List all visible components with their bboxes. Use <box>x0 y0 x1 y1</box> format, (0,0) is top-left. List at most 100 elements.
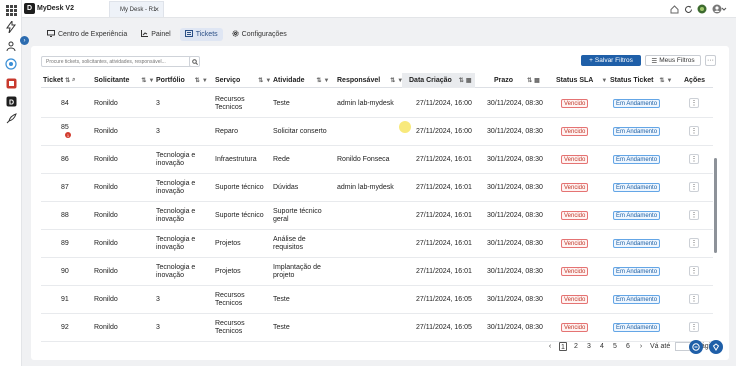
page-button-3[interactable]: 3 <box>585 342 593 351</box>
col-prazo[interactable]: Prazo ⇅ ▦ <box>494 77 540 84</box>
table-row[interactable]: 88 Ronildo Tecnologia e inovação Suporte… <box>41 202 713 230</box>
sort-icon[interactable]: ⇅ <box>390 77 395 84</box>
table-row[interactable]: 86 Ronildo Tecnologia e inovação Infraes… <box>41 146 713 174</box>
row-actions-button[interactable]: ⋮ <box>689 98 699 108</box>
ticket-id[interactable]: 86 <box>61 156 69 164</box>
sort-icon[interactable]: ⇅ <box>195 77 200 84</box>
collapse-rail-button[interactable]: › <box>20 36 29 45</box>
ticket-id[interactable]: 89 <box>61 240 69 248</box>
col-status-ticket[interactable]: Status Ticket ⇅ ▼ <box>610 77 672 84</box>
filter-icon[interactable]: ▼ <box>324 78 330 84</box>
page-button-5[interactable]: 5 <box>611 342 619 351</box>
data-criacao: 27/11/2024, 16:01 <box>416 212 472 219</box>
row-actions-button[interactable]: ⋮ <box>689 182 699 192</box>
filter-icon[interactable]: ▼ <box>148 78 154 84</box>
sort-icon[interactable]: ⇅ <box>65 77 70 84</box>
sla-badge: Vencido <box>561 183 589 192</box>
page-button-6[interactable]: 6 <box>624 342 632 351</box>
col-responsavel[interactable]: Responsável ⇅ ▼ <box>337 77 403 84</box>
page-button-4[interactable]: 4 <box>598 342 606 351</box>
filter-icon[interactable]: ▼ <box>397 78 403 84</box>
calendar-icon[interactable]: ▦ <box>466 77 472 84</box>
sort-icon[interactable]: ⇅ <box>527 77 532 84</box>
tab-configuracoes[interactable]: Configurações <box>227 28 292 41</box>
refresh-icon[interactable] <box>683 4 693 14</box>
row-actions-button[interactable]: ⋮ <box>689 210 699 220</box>
table-row[interactable]: 85 1 Ronildo 3 Reparo Solicitar conserto… <box>41 118 713 146</box>
col-label: Atividade <box>273 77 305 84</box>
next-page-button[interactable]: › <box>637 342 645 351</box>
sort-icon[interactable]: ⇅ <box>141 77 146 84</box>
team-icon[interactable] <box>4 39 18 53</box>
ticket-id[interactable]: 90 <box>61 268 69 276</box>
save-filters-button[interactable]: + Salvar Filtros <box>581 55 641 66</box>
table-row[interactable]: 84 Ronildo 3 Recursos Tecnicos Teste adm… <box>41 90 713 118</box>
calendar-icon[interactable]: ▦ <box>534 77 540 84</box>
row-actions-button[interactable]: ⋮ <box>689 126 699 136</box>
chat-button[interactable] <box>689 340 703 354</box>
user-menu-icon[interactable] <box>711 4 727 14</box>
sort-icon[interactable]: ⇅ <box>459 77 464 84</box>
apps-grid-icon[interactable] <box>4 3 18 17</box>
ticket-id[interactable]: 92 <box>61 324 69 332</box>
col-portfolio[interactable]: Portfólio ⇅ ▼ <box>156 77 208 84</box>
col-solicitante[interactable]: Solicitante ⇅ ▼ <box>94 77 154 84</box>
filter-icon[interactable]: ▼ <box>202 78 208 84</box>
globe-app-icon[interactable] <box>4 57 18 71</box>
status-badge: Em Andamento <box>613 155 661 164</box>
ticket-id[interactable]: 84 <box>61 100 69 108</box>
row-actions-button[interactable]: ⋮ <box>689 154 699 164</box>
table-scrollbar[interactable] <box>714 158 717 253</box>
table-row[interactable]: 92 Ronildo 3 Recursos Tecnicos Teste 27/… <box>41 314 713 342</box>
col-label: Portfólio <box>156 77 185 84</box>
row-actions-button[interactable]: ⋮ <box>689 322 699 332</box>
row-actions-button[interactable]: ⋮ <box>689 238 699 248</box>
save-filters-label: Salvar Filtros <box>594 57 633 64</box>
close-tab-icon[interactable]: × <box>154 5 159 14</box>
row-actions-button[interactable]: ⋮ <box>689 266 699 276</box>
sort-icon[interactable]: ⇅ <box>258 77 263 84</box>
ticket-id[interactable]: 85 <box>61 124 69 132</box>
window-tab[interactable]: My Desk - R1 × <box>109 1 164 17</box>
filter-icon[interactable]: ▼ <box>666 78 672 84</box>
tab-painel[interactable]: Painel <box>136 28 175 41</box>
sort-icon[interactable]: ⇅ <box>659 77 664 84</box>
data-criacao: 27/11/2024, 16:01 <box>416 156 472 163</box>
red-app-icon[interactable] <box>4 76 18 90</box>
tab-tickets[interactable]: Tickets <box>179 28 223 41</box>
table-row[interactable]: 89 Ronildo Tecnologia e inovação Projeto… <box>41 230 713 258</box>
search-column-icon[interactable]: ⌕ <box>72 77 75 84</box>
table-row[interactable]: 91 Ronildo 3 Recursos Tecnicos Teste 27/… <box>41 286 713 314</box>
col-data-criacao[interactable]: Data Criação ⇅ ▦ <box>409 77 472 84</box>
col-status-sla[interactable]: Status SLA ▼ <box>556 77 607 84</box>
solicitante: Ronildo <box>94 324 118 331</box>
ticket-id[interactable]: 87 <box>61 184 69 192</box>
table-row[interactable]: 90 Ronildo Tecnologia e inovação Projeto… <box>41 258 713 286</box>
ticket-id[interactable]: 91 <box>61 296 69 304</box>
status-green-icon[interactable] <box>697 4 707 14</box>
filter-icon[interactable]: ▼ <box>601 78 607 84</box>
filter-icon[interactable]: ▼ <box>265 78 271 84</box>
page-button-1[interactable]: 1 <box>559 342 567 351</box>
ticket-id[interactable]: 88 <box>61 212 69 220</box>
tab-centro-experiencia[interactable]: Centro de Experiência <box>42 28 132 41</box>
rocket-icon[interactable] <box>4 112 18 126</box>
home-icon[interactable] <box>669 4 679 14</box>
my-filters-button[interactable]: ☰ Meus Filtros <box>645 55 701 66</box>
table-row[interactable]: 87 Ronildo Tecnologia e inovação Suporte… <box>41 174 713 202</box>
sort-icon[interactable]: ⇅ <box>317 77 322 84</box>
status-badge: Em Andamento <box>613 323 661 332</box>
lightning-icon[interactable] <box>4 20 18 34</box>
mydesk-app-icon[interactable]: D <box>4 94 18 108</box>
row-actions-button[interactable]: ⋮ <box>689 294 699 304</box>
col-servico[interactable]: Serviço ⇅ ▼ <box>215 77 271 84</box>
prev-page-button[interactable]: ‹ <box>546 342 554 351</box>
page-button-2[interactable]: 2 <box>572 342 580 351</box>
help-button[interactable] <box>709 340 723 354</box>
search-icon[interactable] <box>189 56 200 67</box>
atividade: Teste <box>273 296 290 303</box>
col-atividade[interactable]: Atividade ⇅ ▼ <box>273 77 330 84</box>
more-options-button[interactable]: ··· <box>705 55 716 66</box>
col-ticket[interactable]: Ticket ⇅ ⌕ <box>43 77 76 84</box>
search-input[interactable] <box>41 56 199 67</box>
